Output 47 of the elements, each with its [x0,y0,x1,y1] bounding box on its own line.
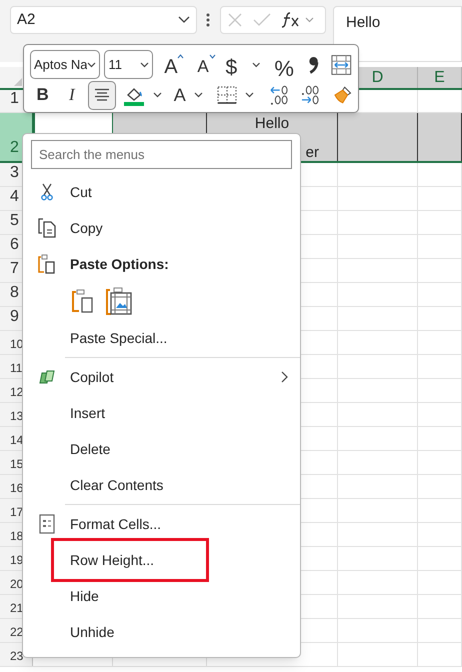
insert-function-icon[interactable] [281,12,315,28]
formula-text: Hello [346,14,380,31]
font-color-button[interactable]: A [174,82,186,108]
chevron-down-icon[interactable] [244,92,254,98]
copy-icon [38,218,56,238]
column-header[interactable]: E [418,67,462,88]
format-painter-icon[interactable] [334,86,351,104]
merge-center-icon[interactable] [331,54,352,76]
chevron-down-icon[interactable] [252,62,260,68]
font-select[interactable]: Aptos Na [30,50,100,79]
caret-icon [176,54,184,58]
decrease-decimal-icon[interactable] [301,86,319,104]
more-options-icon[interactable] [206,13,210,27]
name-box-text: A2 [17,10,36,30]
comma-style-icon[interactable] [310,56,318,74]
chevron-down-icon[interactable] [140,62,149,68]
selected-cell[interactable] [338,113,418,161]
copilot-icon [38,369,54,385]
check-icon[interactable] [253,13,271,27]
cell-text: er [306,142,319,162]
borders-icon[interactable] [216,86,237,104]
chevron-down-icon [178,16,190,24]
bold-button[interactable]: B [30,82,56,108]
italic-button[interactable]: I [57,82,86,108]
grow-font-button[interactable]: A [156,52,185,78]
shrink-font-button[interactable]: A [188,52,218,78]
paste-picture-icon[interactable] [106,287,132,315]
size-select[interactable]: 11 [104,50,153,79]
name-box[interactable]: A2 [10,6,197,34]
caret-icon [209,54,216,58]
increase-decimal-icon[interactable] [270,86,288,105]
search-field[interactable]: Search the menus [31,140,292,169]
currency-button[interactable]: $ [221,52,242,78]
align-center-button[interactable] [88,80,116,110]
clipboard-icon [38,254,55,274]
paste-icon[interactable] [72,289,94,313]
chevron-down-icon[interactable] [87,62,96,68]
chevron-down-icon[interactable] [152,92,162,98]
chevron-down-icon[interactable] [194,92,203,98]
formula-field[interactable]: Hello [333,6,462,62]
format-cells-icon [38,514,54,534]
percent-button[interactable]: % [270,52,298,78]
section-heading: Paste Options: [70,254,170,274]
align-center-icon [94,88,110,102]
scissors-icon [40,183,54,201]
selected-cell[interactable] [418,113,462,161]
cell-text: Hello [254,114,290,134]
